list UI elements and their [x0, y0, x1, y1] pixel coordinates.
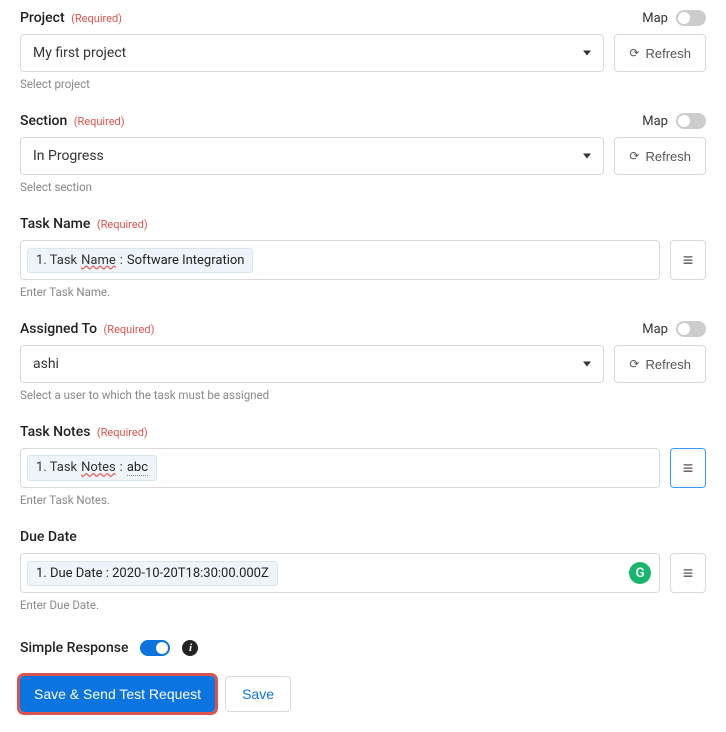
task-name-field: Task Name (Required) 1. Task Name : Soft… [20, 216, 706, 299]
due-date-field: Due Date 1. Due Date : 2020-10-20T18:30:… [20, 529, 706, 612]
project-help: Select project [20, 77, 706, 91]
chevron-down-icon [583, 154, 591, 159]
assigned-to-header: Assigned To (Required) Map [20, 321, 706, 337]
section-select[interactable]: In Progress [20, 137, 604, 175]
assigned-to-label-wrap: Assigned To (Required) [20, 321, 154, 337]
token-prefix: 1. Task [36, 253, 77, 268]
assigned-to-refresh-button[interactable]: ⟳ Refresh [614, 345, 706, 383]
project-select[interactable]: My first project [20, 34, 604, 72]
token-word: Name [81, 253, 116, 268]
assigned-to-map-toggle-group: Map [642, 321, 706, 337]
chevron-down-icon [583, 51, 591, 56]
due-date-header: Due Date [20, 529, 706, 545]
project-refresh-button[interactable]: ⟳ Refresh [614, 34, 706, 72]
required-tag: (Required) [71, 12, 122, 25]
chevron-down-icon [583, 362, 591, 367]
info-icon[interactable]: i [182, 640, 198, 656]
required-tag: (Required) [97, 218, 148, 231]
required-tag: (Required) [74, 115, 125, 128]
token-colon: : [120, 253, 123, 268]
token-colon: : [120, 460, 123, 475]
save-button[interactable]: Save [225, 676, 291, 712]
project-label: Project [20, 10, 65, 26]
section-label-wrap: Section (Required) [20, 113, 125, 129]
refresh-label: Refresh [645, 149, 691, 164]
task-notes-header: Task Notes (Required) [20, 424, 706, 440]
assigned-to-label: Assigned To [20, 321, 97, 337]
task-notes-menu-button[interactable]: ≡ [670, 448, 706, 488]
task-notes-label: Task Notes [20, 424, 90, 440]
refresh-icon: ⟳ [629, 357, 639, 371]
map-label: Map [642, 11, 668, 26]
save-send-test-request-button[interactable]: Save & Send Test Request [20, 676, 215, 712]
project-label-wrap: Project (Required) [20, 10, 122, 26]
section-select-value: In Progress [33, 148, 104, 164]
task-name-label: Task Name [20, 216, 90, 232]
simple-response-label: Simple Response [20, 640, 128, 656]
grammarly-icon[interactable]: G [629, 562, 651, 584]
refresh-icon: ⟳ [629, 46, 639, 60]
required-tag: (Required) [104, 323, 155, 336]
hamburger-icon: ≡ [683, 250, 694, 271]
token-word: Notes [81, 460, 116, 475]
assigned-to-field: Assigned To (Required) Map ashi ⟳ Refres… [20, 321, 706, 402]
project-map-toggle-group: Map [642, 10, 706, 26]
assigned-to-help: Select a user to which the task must be … [20, 388, 706, 402]
section-help: Select section [20, 180, 706, 194]
refresh-label: Refresh [645, 46, 691, 61]
due-date-token: 1. Due Date : 2020-10-20T18:30:00.000Z [27, 561, 278, 586]
token-value: Software Integration [127, 253, 245, 268]
simple-response-row: Simple Response i [20, 640, 706, 656]
token-value: 1. Due Date : 2020-10-20T18:30:00.000Z [36, 566, 269, 581]
task-name-header: Task Name (Required) [20, 216, 706, 232]
task-notes-label-wrap: Task Notes (Required) [20, 424, 148, 440]
task-notes-input-row: 1. Task Notes : abc ≡ [20, 448, 706, 488]
section-header: Section (Required) Map [20, 113, 706, 129]
project-field: Project (Required) Map My first project … [20, 10, 706, 91]
simple-response-toggle[interactable] [140, 640, 170, 656]
task-name-label-wrap: Task Name (Required) [20, 216, 148, 232]
task-name-input[interactable]: 1. Task Name : Software Integration [20, 240, 660, 280]
due-date-help: Enter Due Date. [20, 598, 706, 612]
project-input-row: My first project ⟳ Refresh [20, 34, 706, 72]
section-refresh-button[interactable]: ⟳ Refresh [614, 137, 706, 175]
map-label: Map [642, 114, 668, 129]
section-label: Section [20, 113, 67, 129]
section-input-row: In Progress ⟳ Refresh [20, 137, 706, 175]
refresh-label: Refresh [645, 357, 691, 372]
assigned-to-select[interactable]: ashi [20, 345, 604, 383]
section-map-toggle-group: Map [642, 113, 706, 129]
token-prefix: 1. Task [36, 460, 77, 475]
section-field: Section (Required) Map In Progress ⟳ Ref… [20, 113, 706, 194]
section-map-toggle[interactable] [676, 113, 706, 129]
task-notes-help: Enter Task Notes. [20, 493, 706, 507]
assigned-to-input-row: ashi ⟳ Refresh [20, 345, 706, 383]
due-date-label: Due Date [20, 529, 77, 545]
required-tag: (Required) [97, 426, 148, 439]
due-date-menu-button[interactable]: ≡ [670, 553, 706, 593]
due-date-label-wrap: Due Date [20, 529, 77, 545]
hamburger-icon: ≡ [683, 563, 694, 584]
task-name-token: 1. Task Name : Software Integration [27, 248, 253, 273]
task-name-input-row: 1. Task Name : Software Integration ≡ [20, 240, 706, 280]
project-header: Project (Required) Map [20, 10, 706, 26]
task-notes-token: 1. Task Notes : abc [27, 455, 157, 481]
task-name-help: Enter Task Name. [20, 285, 706, 299]
action-row: Save & Send Test Request Save [20, 676, 706, 712]
refresh-icon: ⟳ [629, 149, 639, 163]
map-label: Map [642, 322, 668, 337]
due-date-input-row: 1. Due Date : 2020-10-20T18:30:00.000Z G… [20, 553, 706, 593]
assigned-to-select-value: ashi [33, 356, 59, 372]
assigned-to-map-toggle[interactable] [676, 321, 706, 337]
due-date-input[interactable]: 1. Due Date : 2020-10-20T18:30:00.000Z G [20, 553, 660, 593]
task-notes-field: Task Notes (Required) 1. Task Notes : ab… [20, 424, 706, 507]
task-name-menu-button[interactable]: ≡ [670, 240, 706, 280]
hamburger-icon: ≡ [683, 458, 694, 479]
token-value: abc [127, 460, 148, 476]
task-notes-input[interactable]: 1. Task Notes : abc [20, 448, 660, 488]
project-map-toggle[interactable] [676, 10, 706, 26]
project-select-value: My first project [33, 45, 126, 61]
